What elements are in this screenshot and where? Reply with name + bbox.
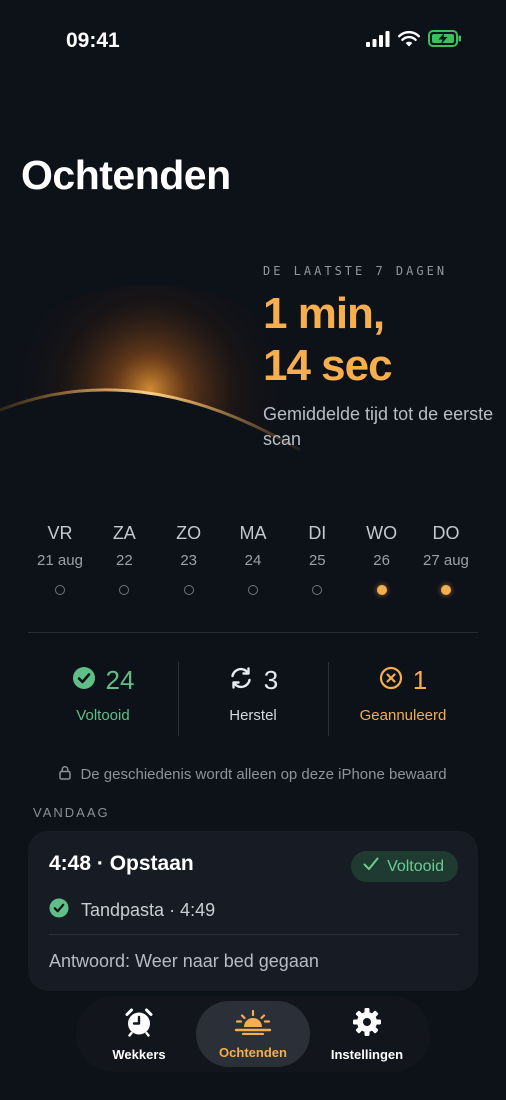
day-name: WO bbox=[366, 523, 398, 543]
section-label-today: VANDAAG bbox=[33, 805, 110, 820]
stat-restore-label: Herstel bbox=[229, 707, 277, 724]
entry-title: 4:48 · Opstaan bbox=[49, 852, 194, 875]
privacy-note-text: De geschiedenis wordt alleen op deze iPh… bbox=[80, 766, 447, 783]
sunrise-illustration bbox=[0, 230, 310, 505]
wifi-icon bbox=[398, 30, 420, 47]
day-date: 21 aug bbox=[37, 552, 83, 569]
status-badge-label: Voltooid bbox=[387, 857, 444, 875]
hero-summary: DE LAATSTE 7 DAGEN 1 min, 14 sec Gemidde… bbox=[263, 264, 498, 452]
page-title: Ochtenden bbox=[21, 152, 231, 198]
checkmark-icon bbox=[363, 857, 379, 876]
day-column[interactable]: ZA 22 bbox=[92, 520, 156, 595]
stat-cancelled-value: 1 bbox=[412, 664, 428, 695]
tab-label: Ochtenden bbox=[219, 1044, 287, 1060]
day-status-dot bbox=[183, 585, 194, 595]
period-label: DE LAATSTE 7 DAGEN bbox=[263, 264, 448, 278]
tab-mornings[interactable]: Ochtenden bbox=[196, 1001, 310, 1067]
day-status-dot-active bbox=[376, 585, 387, 595]
day-name: DI bbox=[308, 523, 327, 543]
day-date: 25 bbox=[308, 552, 326, 569]
day-column[interactable]: DO 27 aug bbox=[414, 520, 478, 595]
status-bar: 09:41 bbox=[0, 0, 506, 80]
stat-cancelled: 1 Geannuleerd bbox=[328, 662, 478, 736]
week-strip: VR 21 aug ZA 22 ZO 23 MA 24 DI 25 WO 26 … bbox=[28, 520, 478, 595]
day-name: ZO bbox=[176, 523, 202, 543]
tab-alarms[interactable]: Wekkers bbox=[82, 1001, 196, 1067]
tab-settings[interactable]: Instellingen bbox=[310, 1001, 424, 1067]
stat-completed-label: Voltooid bbox=[76, 707, 130, 724]
privacy-note: De geschiedenis wordt alleen op deze iPh… bbox=[0, 765, 506, 784]
status-badge: Voltooid bbox=[351, 851, 458, 882]
answer-text: Antwoord: Weer naar bed gegaan bbox=[49, 951, 319, 971]
day-date: 26 bbox=[373, 552, 390, 569]
day-status-dot bbox=[55, 585, 65, 595]
day-date: 27 aug bbox=[423, 552, 469, 569]
day-column[interactable]: ZO 23 bbox=[157, 520, 221, 595]
lock-icon bbox=[59, 765, 72, 784]
day-name: ZA bbox=[112, 523, 136, 543]
task-label: Tandpasta · 4:49 bbox=[81, 900, 216, 920]
day-name: DO bbox=[432, 523, 460, 543]
status-time: 09:41 bbox=[66, 29, 120, 52]
stat-cancelled-label: Geannuleerd bbox=[359, 707, 447, 724]
average-time-minutes: 1 min, bbox=[263, 289, 385, 338]
day-column[interactable]: DI 25 bbox=[285, 520, 349, 595]
average-time-seconds: 14 sec bbox=[263, 341, 393, 390]
divider bbox=[28, 632, 478, 633]
tab-label: Instellingen bbox=[330, 1046, 404, 1062]
day-date: 23 bbox=[180, 552, 197, 569]
tab-label: Wekkers bbox=[112, 1046, 166, 1062]
day-column[interactable]: VR 21 aug bbox=[28, 520, 92, 595]
check-circle-icon bbox=[49, 898, 69, 923]
day-date: 24 bbox=[244, 552, 262, 569]
day-status-dot bbox=[312, 585, 323, 595]
day-column[interactable]: WO 26 bbox=[350, 520, 414, 595]
x-circle-icon bbox=[379, 666, 403, 695]
day-status-dot-active bbox=[440, 585, 451, 595]
stat-restore: 3 Herstel bbox=[178, 662, 328, 736]
check-circle-icon bbox=[72, 666, 96, 695]
stat-restore-value: 3 bbox=[263, 664, 279, 695]
tab-bar: Wekkers Ochtenden Instellingen bbox=[76, 996, 430, 1072]
stat-completed: 24 Voltooid bbox=[28, 662, 178, 736]
day-date: 22 bbox=[115, 552, 133, 569]
morning-entry-card[interactable]: 4:48 · Opstaan Voltooid Tandpasta · 4:49… bbox=[28, 831, 478, 991]
day-name: MA bbox=[239, 523, 267, 543]
stats-row: 24 Voltooid 3 Herstel 1 Geannuleerd bbox=[28, 662, 478, 736]
average-time-description: Gemiddelde tijd tot de eerste scan bbox=[263, 404, 494, 449]
alarm-clock-icon bbox=[124, 1007, 154, 1042]
status-icons bbox=[366, 30, 462, 47]
day-status-dot bbox=[247, 585, 258, 595]
cellular-signal-icon bbox=[366, 30, 390, 47]
day-column[interactable]: MA 24 bbox=[221, 520, 285, 595]
battery-charging-icon bbox=[428, 30, 462, 47]
gear-icon bbox=[352, 1007, 382, 1042]
day-status-dot bbox=[119, 585, 130, 595]
task-row: Tandpasta · 4:49 bbox=[49, 898, 215, 923]
day-name: VR bbox=[47, 523, 73, 543]
sync-icon bbox=[228, 665, 254, 696]
sunrise-icon bbox=[234, 1009, 272, 1040]
card-divider bbox=[49, 934, 458, 935]
stat-completed-value: 24 bbox=[105, 664, 135, 695]
